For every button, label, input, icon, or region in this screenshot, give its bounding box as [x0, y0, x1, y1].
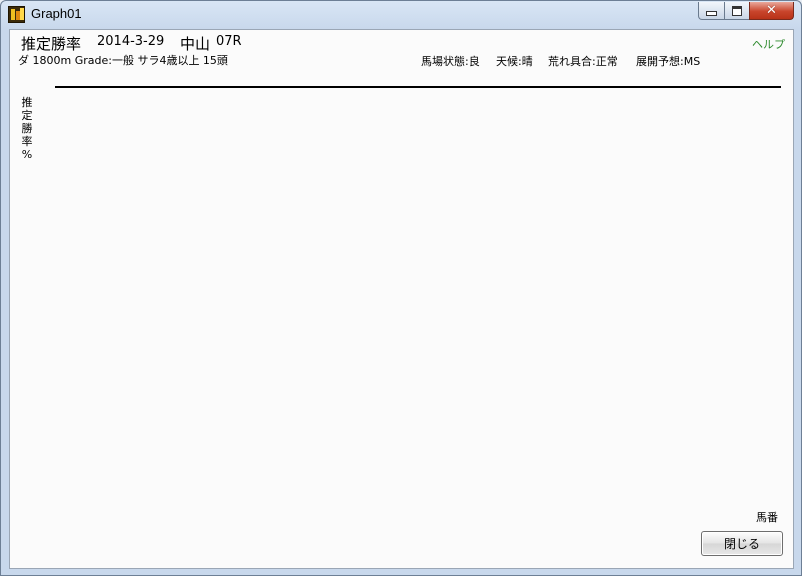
minimize-icon	[706, 11, 717, 16]
race-date: 2014-3-29	[97, 34, 165, 49]
maximize-button[interactable]	[724, 2, 750, 20]
race-number: 07R	[216, 34, 242, 49]
y-axis-label: 推 定 勝 率 %	[20, 96, 34, 161]
help-link[interactable]: ヘルプ	[752, 36, 785, 52]
pace-forecast: 展開予想:MS	[636, 55, 701, 68]
minimize-button[interactable]	[698, 2, 725, 20]
close-button[interactable]: 閉じる	[701, 531, 783, 556]
title-bar[interactable]: Graph01 ✕	[1, 1, 801, 29]
weather: 天候:晴	[496, 55, 533, 68]
race-info: ダ 1800m Grade:一般 サラ4歳以上 15頭	[18, 54, 228, 67]
close-icon: ✕	[766, 3, 777, 18]
window-title: Graph01	[31, 6, 82, 21]
maximize-icon	[732, 5, 742, 16]
roughness: 荒れ具合:正常	[548, 55, 618, 68]
graph-area: 推定勝率 2014-3-29 中山 07R ヘルプ ダ 1800m Grade:…	[9, 29, 794, 569]
plot-top-border	[55, 86, 781, 88]
y-axis-label-char: 勝	[21, 122, 33, 135]
graph-app-icon	[8, 6, 25, 23]
y-axis-label-char: %	[21, 148, 33, 161]
y-axis-label-char: 定	[21, 109, 33, 122]
close-window-button[interactable]: ✕	[749, 2, 794, 20]
y-axis-label-char: 推	[21, 96, 33, 109]
race-course: 中山	[180, 35, 211, 53]
track-condition: 馬場状態:良	[421, 55, 480, 68]
app-window: Graph01 ✕ 推定勝率 2014-3-29 中山 07R ヘルプ ダ 18…	[0, 0, 802, 576]
x-axis-label: 馬番	[756, 511, 778, 524]
y-axis-label-char: 率	[21, 135, 33, 148]
page-title: 推定勝率	[21, 35, 82, 53]
